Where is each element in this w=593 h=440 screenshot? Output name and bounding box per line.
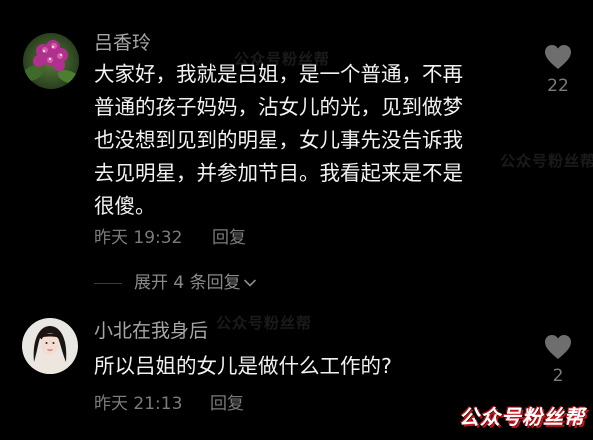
reply-button[interactable]: 回复 [210,394,244,414]
like-button[interactable]: 22 [538,44,578,96]
chevron-down-icon [243,279,256,287]
comment-timestamp: 昨天 19:32 [94,228,183,248]
divider [94,282,122,284]
like-count: 22 [547,76,569,96]
username[interactable]: 吕香玲 [94,32,151,54]
heart-icon [545,335,571,359]
comment-list: 吕香玲 大家好，我就是吕姐，是一个普通，不再 普通的孩子妈妈，沾女儿的光，见到做… [0,0,593,440]
watermark: 公众号粉丝帮 [216,314,313,332]
like-button[interactable]: 2 [538,334,578,386]
expand-replies-label: 展开 4 条回复 [134,273,241,293]
reply-button[interactable]: 回复 [212,228,246,248]
watermark: 公众号粉丝帮 [234,50,331,68]
avatar[interactable] [22,318,78,374]
avatar[interactable] [23,33,79,89]
username[interactable]: 小北在我身后 [94,320,208,342]
brand-watermark: 公众号粉丝帮 [453,398,591,432]
comment-timestamp: 昨天 21:13 [94,394,183,414]
comment-text: 大家好，我就是吕姐，是一个普通，不再 普通的孩子妈妈，沾女儿的光，见到做梦 也没… [94,62,463,218]
watermark: 公众号粉丝帮 [500,152,593,170]
brand-watermark-text: 公众号粉丝帮 [459,404,585,429]
expand-replies-button[interactable]: 展开 4 条回复 [94,272,257,294]
comment-text: 所以吕姐的女儿是做什么工作的? [94,354,392,378]
heart-icon [545,45,571,69]
like-count: 2 [552,366,564,386]
